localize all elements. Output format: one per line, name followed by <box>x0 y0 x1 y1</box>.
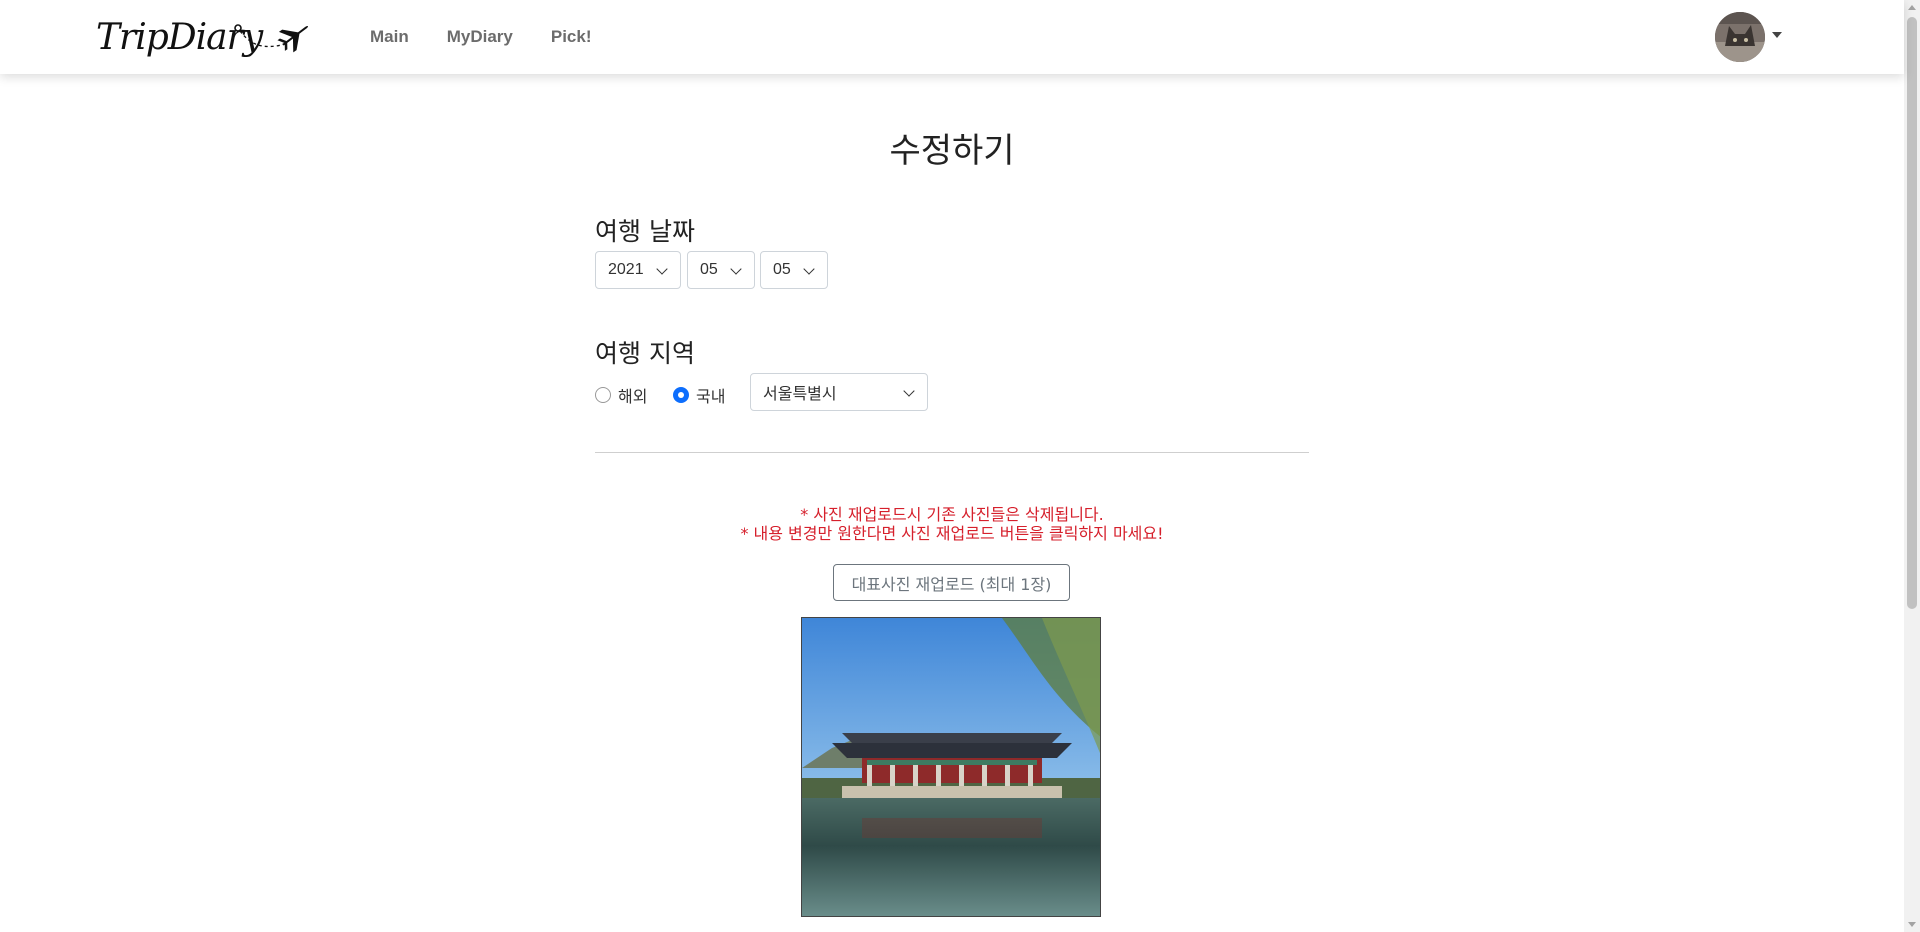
radio-button[interactable] <box>595 387 611 403</box>
main-photo <box>801 617 1101 917</box>
chevron-down-icon <box>903 385 915 397</box>
logo[interactable]: TripDiary <box>96 12 314 62</box>
scroll-down-icon[interactable] <box>1908 922 1916 927</box>
scrollbar-thumb[interactable] <box>1907 17 1917 609</box>
year-value: 2021 <box>608 261 644 278</box>
photo-image <box>802 618 1100 916</box>
notice-line-2: * 내용 변경만 원한다면 사진 재업로드 버튼을 클릭하지 마세요! <box>740 524 1164 543</box>
nav-link-mydiary[interactable]: MyDiary <box>447 27 513 47</box>
caret-down-icon[interactable] <box>1772 32 1782 38</box>
region-select[interactable]: 서울특별시 <box>750 373 928 411</box>
scrollbar[interactable] <box>1904 0 1920 932</box>
avatar[interactable] <box>1715 12 1765 62</box>
divider <box>595 452 1309 453</box>
scroll-up-icon[interactable] <box>1908 5 1916 10</box>
year-select[interactable]: 2021 <box>595 251 681 289</box>
radio-domestic[interactable]: 국내 <box>673 383 725 407</box>
navbar: TripDiary Main MyDiary Pick! <box>0 0 1904 74</box>
radio-label: 국내 <box>696 387 726 406</box>
chevron-down-icon <box>656 263 668 275</box>
page-title: 수정하기 <box>889 131 1015 171</box>
region-section-label: 여행 지역 <box>595 339 695 368</box>
nav-links: Main MyDiary Pick! <box>370 0 630 74</box>
chevron-down-icon <box>803 263 815 275</box>
month-value: 05 <box>700 261 718 278</box>
radio-button-checked[interactable] <box>673 387 689 403</box>
chevron-down-icon <box>730 263 742 275</box>
day-select[interactable]: 05 <box>760 251 828 289</box>
region-value: 서울특별시 <box>763 386 837 403</box>
date-section-label: 여행 날짜 <box>595 217 695 246</box>
avatar-image <box>1715 12 1765 62</box>
month-select[interactable]: 05 <box>687 251 755 289</box>
airplane-icon <box>234 24 308 53</box>
nav-link-pick[interactable]: Pick! <box>551 27 592 47</box>
reupload-photo-button[interactable]: 대표사진 재업로드 (최대 1장) <box>833 564 1070 601</box>
nav-link-main[interactable]: Main <box>370 27 409 47</box>
radio-label: 해외 <box>618 387 648 406</box>
day-value: 05 <box>773 261 791 278</box>
radio-overseas[interactable]: 해외 <box>595 383 647 407</box>
